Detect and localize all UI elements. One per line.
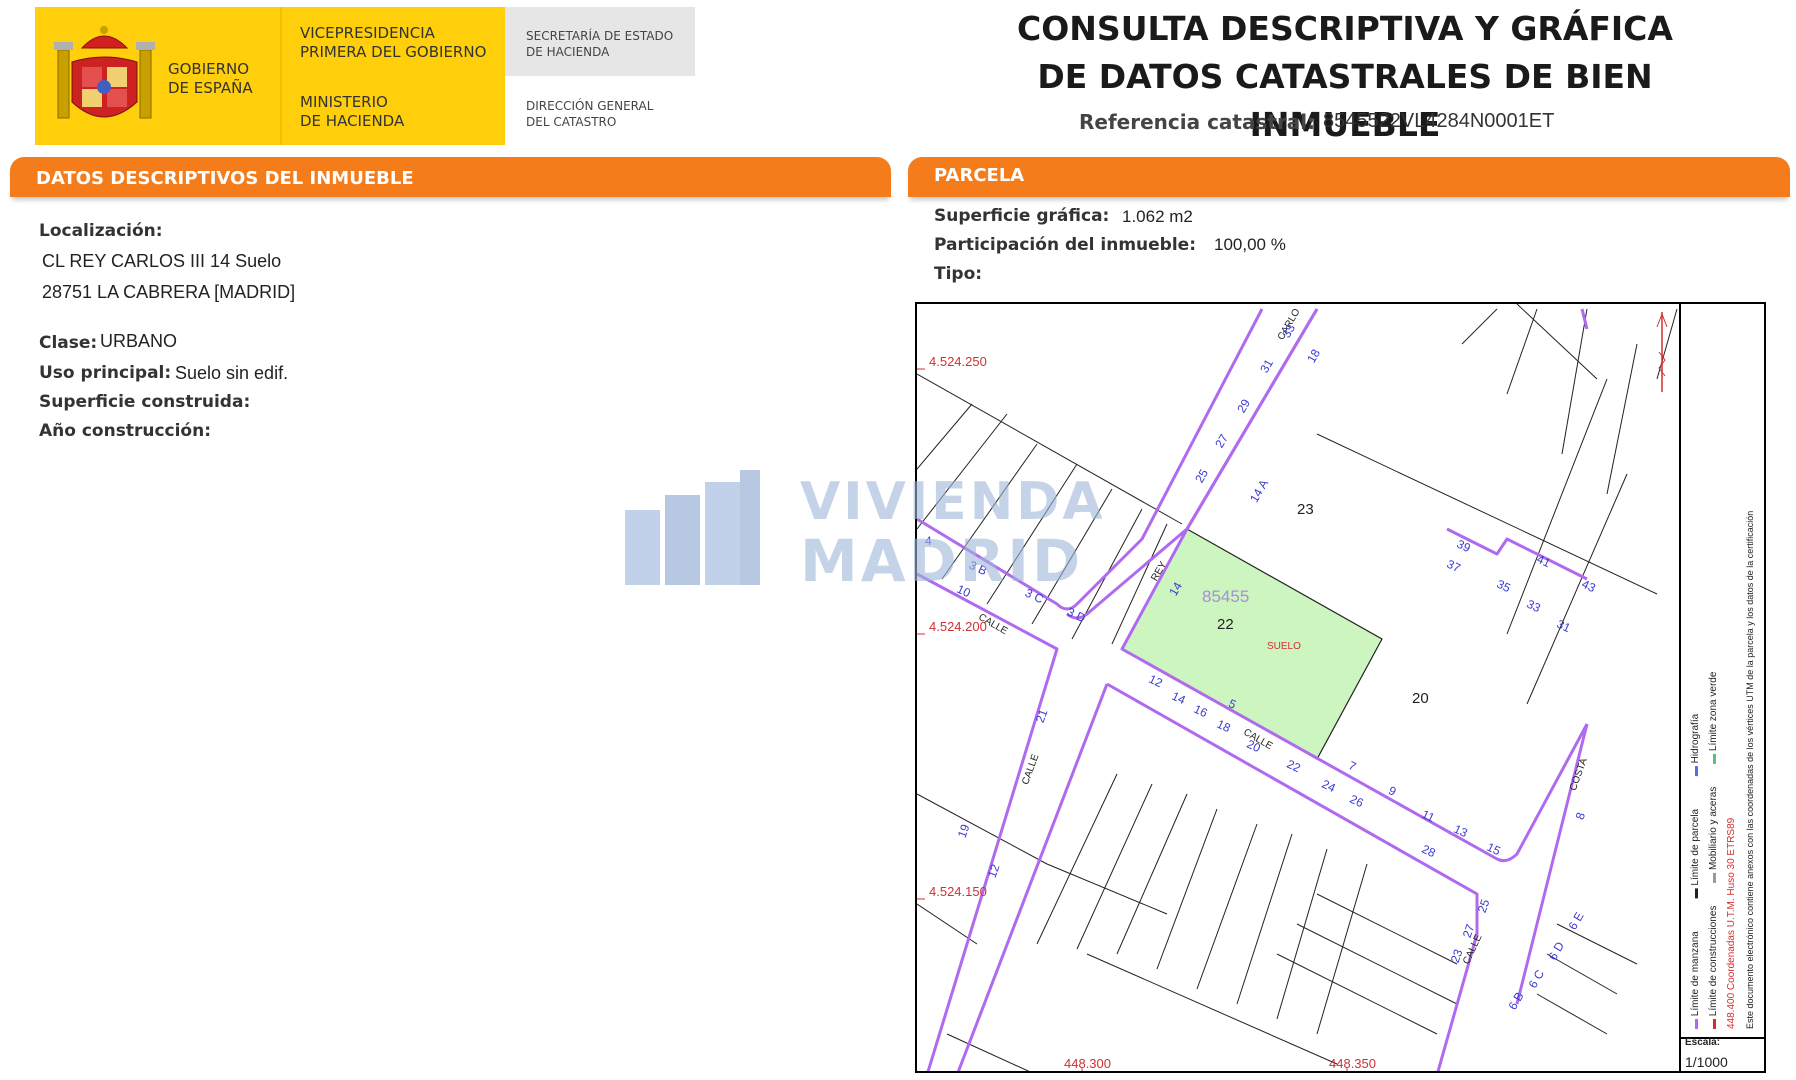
superficie-construida-label: Superficie construida: xyxy=(39,392,251,412)
address-line2: 28751 LA CABRERA [MADRID] xyxy=(42,282,296,302)
direccion-text: DIRECCIÓN GENERAL DEL CATASTRO xyxy=(526,99,654,129)
address-line1: CL REY CARLOS III 14 Suelo xyxy=(42,251,282,271)
parcela-title: PARCELA xyxy=(934,165,1025,186)
map-legend: ▬ Límite de manzana ▬ Límite de parcela … xyxy=(1687,309,1759,1029)
superficie-grafica-label: Superficie gráfica: xyxy=(934,206,1110,226)
watermark-madrid: MADRID xyxy=(800,527,1084,595)
ref-catastral-label: Referencia catastral: xyxy=(1079,110,1316,134)
clase-label: Clase: xyxy=(39,333,98,353)
parcel-number-23: 23 xyxy=(1297,501,1314,518)
page-title-line2: DE DATOS CATASTRALES DE BIEN INMUEBLE xyxy=(1037,57,1653,144)
clase-value: URBANO xyxy=(100,331,178,351)
coord-label-y3: 4.524.150 xyxy=(929,884,987,899)
page-title-line1: CONSULTA DESCRIPTIVA Y GRÁFICA xyxy=(1017,9,1673,48)
anio-construccion-label: Año construcción: xyxy=(39,421,212,441)
escala-value: 1/1000 xyxy=(1685,1054,1728,1070)
north-arrow-icon xyxy=(1656,312,1668,392)
parcel-number-22: 22 xyxy=(1217,616,1234,633)
legend-limite-construcciones: Límite de construcciones xyxy=(1708,905,1719,1017)
legend-manzana-swatch: ▬ xyxy=(1690,1019,1701,1029)
watermark-logo-icon xyxy=(625,470,760,585)
coord-label-x1: 448.300 xyxy=(1064,1056,1111,1071)
coat-of-arms-icon xyxy=(54,26,155,119)
gobierno-text: GOBIERNO DE ESPAÑA xyxy=(168,60,253,97)
participacion-label: Participación del inmueble: xyxy=(934,235,1197,255)
legend-parcela-swatch: ▬ xyxy=(1690,888,1701,899)
logo-divider xyxy=(280,7,282,145)
legend-hidrografia: Hidrografía xyxy=(1690,713,1701,764)
parcel-tag-suelo: SUELO xyxy=(1267,641,1301,652)
cadastral-map[interactable]: 4.524.250 4.524.200 4.524.150 448.300 44… xyxy=(915,302,1766,1073)
superficie-grafica-value: 1.062 m2 xyxy=(1122,207,1193,226)
legend-mobiliario-swatch: ▬ xyxy=(1708,872,1719,883)
escala-label: Escala: xyxy=(1685,1037,1721,1048)
legend-verde-swatch: ▬ xyxy=(1708,753,1719,764)
legend-hidro-swatch: ▬ xyxy=(1690,766,1701,777)
vicepresidencia-text: VICEPRESIDENCIA PRIMERA DEL GOBIERNO xyxy=(300,24,487,61)
coord-label-x2: 448.350 xyxy=(1329,1056,1376,1071)
tipo-label: Tipo: xyxy=(934,264,983,284)
legend-mobiliario: Mobiliario y aceras xyxy=(1708,786,1719,871)
ref-catastral-value: 8545522VL4284N0001ET xyxy=(1323,110,1555,132)
legend-zona-verde: Límite zona verde xyxy=(1708,671,1719,752)
parcela-header-bar xyxy=(908,157,1790,197)
secretaria-text: SECRETARÍA DE ESTADO DE HACIENDA xyxy=(526,29,674,59)
legend-divider xyxy=(1679,304,1681,1071)
legend-certificacion: Este documento electrónico contiene anex… xyxy=(1745,510,1755,1029)
legend-limite-parcela: Límite de parcela xyxy=(1690,808,1701,886)
localizacion-label: Localización: xyxy=(39,221,163,241)
participacion-value: 100,00 % xyxy=(1214,235,1286,254)
legend-coordenadas: 448.400 Coordenadas U.T.M. Huso 30 ETRS8… xyxy=(1726,817,1737,1029)
descriptivos-title: DATOS DESCRIPTIVOS DEL INMUEBLE xyxy=(36,168,414,189)
block-number: 85455 xyxy=(1202,587,1250,606)
watermark-vivienda: VIVIENDA xyxy=(800,472,1106,532)
ministerio-text: MINISTERIO DE HACIENDA xyxy=(300,93,405,130)
coord-label-y1: 4.524.250 xyxy=(929,354,987,369)
legend-limite-manzana: Límite de manzana xyxy=(1690,931,1701,1017)
uso-value: Suelo sin edif. xyxy=(175,363,289,383)
map-drawing xyxy=(917,304,1678,1071)
parcel-number-20: 20 xyxy=(1412,690,1429,707)
legend-construcciones-swatch: ▬ xyxy=(1708,1019,1719,1029)
uso-label: Uso principal: xyxy=(39,363,172,383)
